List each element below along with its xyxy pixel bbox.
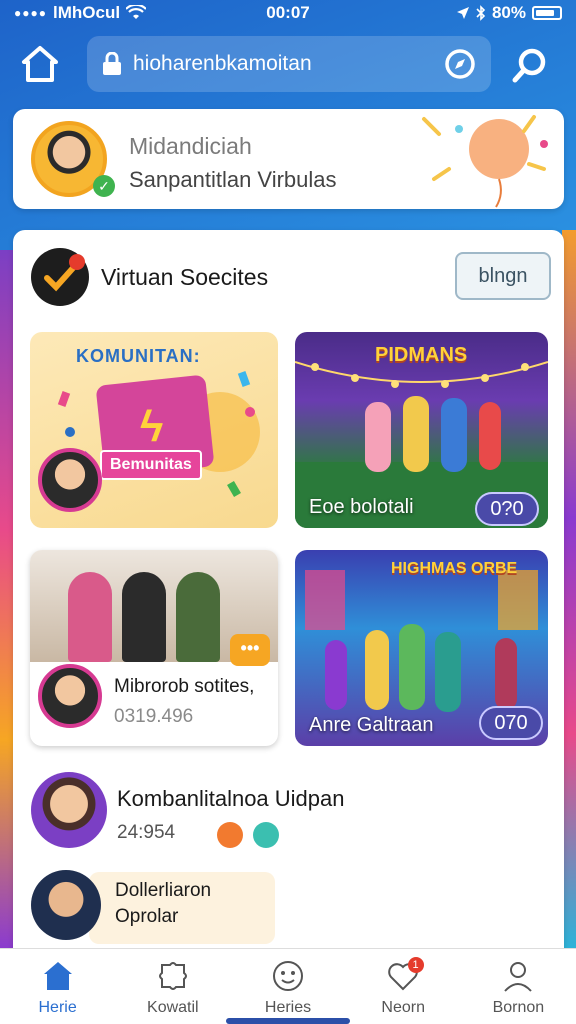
tab-home[interactable]: Herie bbox=[0, 949, 115, 1024]
community-tile-meetup[interactable]: ••• Mibrorob sotites, 0319.496 bbox=[30, 550, 278, 746]
url-text: hioharenbkamoitan bbox=[133, 52, 312, 75]
tile-avatar bbox=[38, 448, 102, 512]
compass-icon[interactable] bbox=[443, 47, 477, 81]
balloon-illustration bbox=[422, 115, 548, 208]
address-bar[interactable]: hioharenbkamoitan bbox=[87, 36, 491, 92]
section-action-button[interactable]: blngn bbox=[455, 252, 551, 300]
status-time: 00:07 bbox=[266, 3, 310, 22]
home-indicator bbox=[226, 1018, 350, 1024]
search-icon[interactable] bbox=[510, 46, 550, 86]
reaction-emoji-icon bbox=[217, 822, 243, 848]
smiley-icon bbox=[273, 961, 303, 991]
carrier-label: lMhOcul bbox=[53, 3, 121, 22]
bluetooth-icon bbox=[476, 5, 486, 21]
tile-caption: Eoe bolotali bbox=[309, 496, 414, 518]
tile-number: 0319.496 bbox=[114, 706, 194, 727]
tab-neorn[interactable]: 1 Neorn bbox=[346, 949, 461, 1024]
wifi-icon bbox=[126, 5, 147, 19]
list-item-number: 24:954 bbox=[117, 822, 176, 843]
home-icon bbox=[43, 962, 72, 990]
tile-title: Mibrorob sotites, bbox=[114, 676, 255, 697]
tab-heries[interactable]: Heries bbox=[230, 949, 345, 1024]
list-avatar bbox=[31, 772, 107, 848]
tab-bornon[interactable]: Bornon bbox=[461, 949, 576, 1024]
tile-art-title: HIGHMAS ORBE bbox=[391, 560, 518, 577]
notification-badge: 1 bbox=[407, 957, 424, 973]
tile-count-badge: 0?0 bbox=[475, 492, 539, 526]
section-title: Virtuan Soecites bbox=[101, 264, 269, 290]
chat-bubble-icon: ••• bbox=[230, 634, 270, 666]
browser-nav-bar: hioharenbkamoitan bbox=[0, 32, 576, 96]
status-bar: ●●●● lMhOcul 00:07 80% bbox=[0, 0, 576, 26]
list-avatar bbox=[31, 870, 101, 940]
tile-avatar bbox=[38, 664, 102, 728]
location-icon bbox=[456, 7, 469, 19]
community-tile-arcade[interactable]: HIGHMAS ORBE Anre Galtraan 070 bbox=[295, 550, 548, 746]
decorative-stripe-right bbox=[562, 230, 576, 950]
tab-label: Kowatil bbox=[147, 999, 199, 1016]
list-item[interactable]: Dollerliaron Oprolar bbox=[31, 870, 551, 950]
decorative-stripe-left bbox=[0, 250, 14, 950]
bottom-tab-bar: Herie Kowatil Heries 1 Neorn Bornon bbox=[0, 948, 576, 1024]
section-header: Virtuan Soecites blngn bbox=[31, 248, 551, 308]
list-item-subtitle: Oprolar bbox=[115, 906, 179, 927]
tile-art-title: PIDMANS bbox=[375, 344, 468, 366]
tile-caption: Anre Galtraan bbox=[309, 714, 434, 736]
profile-name: Midandiciah bbox=[129, 133, 252, 159]
tab-label: Neorn bbox=[381, 999, 425, 1016]
tab-label: Bornon bbox=[492, 999, 545, 1016]
communities-card: Virtuan Soecites blngn KOMUNITAN: ϟ Bemu… bbox=[13, 230, 564, 960]
signal-icon: ●●●● bbox=[14, 6, 47, 20]
person-icon bbox=[504, 962, 533, 992]
list-item-title: Kombanlitalnoa Uidpan bbox=[117, 786, 345, 811]
person-figure bbox=[68, 572, 112, 662]
verified-check-icon: ✓ bbox=[93, 175, 115, 197]
tile-count-badge: 070 bbox=[479, 706, 543, 740]
list-item-title: Dollerliaron bbox=[115, 880, 212, 901]
community-tile-komunitas[interactable]: KOMUNITAN: ϟ Bemunitas bbox=[30, 332, 278, 528]
battery-icon bbox=[532, 6, 562, 20]
person-figure bbox=[176, 572, 220, 662]
tab-kowatil[interactable]: Kowatil bbox=[115, 949, 230, 1024]
reaction-emoji-icon bbox=[253, 822, 279, 848]
community-tile-event[interactable]: PIDMANS Eoe bolotali 0?0 bbox=[295, 332, 548, 528]
tab-label: Herie bbox=[38, 999, 77, 1016]
home-back-icon[interactable] bbox=[18, 42, 62, 86]
lightning-icon: ϟ bbox=[140, 402, 164, 451]
battery-percent: 80% bbox=[491, 3, 526, 22]
profile-card[interactable]: ✓ Midandiciah Sanpantitlan Virbulas bbox=[13, 109, 564, 209]
puzzle-icon bbox=[158, 962, 187, 990]
tab-label: Heries bbox=[264, 999, 312, 1016]
list-item[interactable]: Kombanlitalnoa Uidpan 24:954 bbox=[31, 772, 551, 852]
person-figure bbox=[122, 572, 166, 662]
lock-icon bbox=[103, 52, 121, 75]
tile-ribbon-label: Bemunitas bbox=[100, 450, 202, 480]
profile-subtitle: Sanpantitlan Virbulas bbox=[129, 167, 337, 192]
notification-dot bbox=[69, 254, 85, 270]
